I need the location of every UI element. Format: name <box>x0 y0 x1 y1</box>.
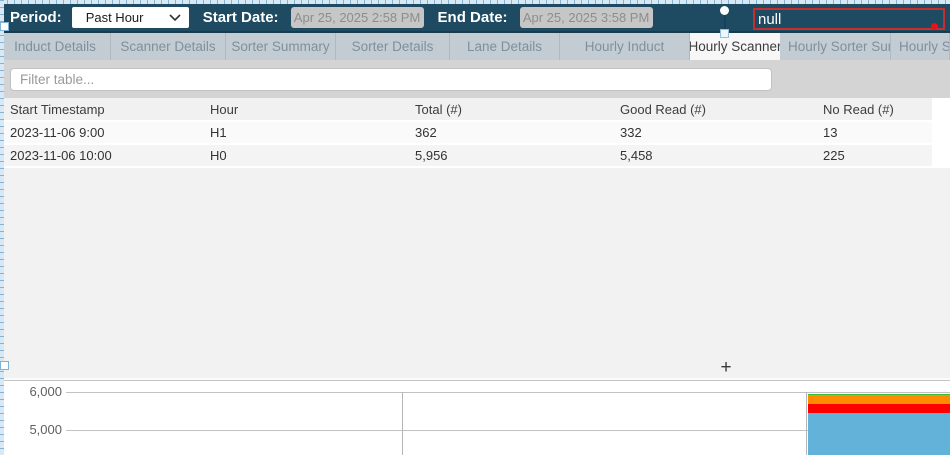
good-read-bar-segment <box>808 413 950 455</box>
period-label: Period: <box>10 9 62 26</box>
table-header-row: Start Timestamp Hour Total (#) Good Read… <box>0 98 950 122</box>
app-screen: Period: Past Hour Start Date: End Date: … <box>0 0 950 455</box>
start-date-input[interactable] <box>291 7 424 28</box>
cell-hour: H1 <box>210 125 415 140</box>
selection-handle-bottom[interactable] <box>720 29 729 38</box>
inspected-field-value: null <box>758 11 781 28</box>
filter-bar <box>0 60 950 98</box>
tab-hourly-sorter[interactable]: Hourly Sort <box>891 33 950 60</box>
dashboard: Period: Past Hour Start Date: End Date: … <box>0 0 950 455</box>
chart-gridline-vertical <box>806 392 807 455</box>
tab-sorter-details[interactable]: Sorter Details <box>336 33 450 60</box>
record-dot-icon <box>931 23 938 30</box>
tab-bar: Induct Details Scanner Details Sorter Su… <box>0 33 950 60</box>
column-header-hour[interactable]: Hour <box>210 102 415 117</box>
y-axis-tick-label: 5,000 <box>12 422 62 437</box>
no-read-bar-segment <box>808 404 950 413</box>
end-date-label: End Date: <box>438 9 508 26</box>
tab-sorter-summary[interactable]: Sorter Summary <box>226 33 336 60</box>
tab-induct-details[interactable]: Induct Details <box>0 33 111 60</box>
column-header-good-read[interactable]: Good Read (#) <box>620 102 823 117</box>
column-header-no-read[interactable]: No Read (#) <box>823 102 950 117</box>
tab-scanner-details[interactable]: Scanner Details <box>111 33 226 60</box>
start-date-label: Start Date: <box>203 9 279 26</box>
inspected-field[interactable]: null <box>753 8 945 30</box>
cell-good-read: 332 <box>620 125 823 140</box>
cell-total: 5,956 <box>415 148 620 163</box>
table-empty-area <box>0 168 950 378</box>
cell-start-timestamp: 2023-11-06 10:00 <box>10 148 210 163</box>
table-row[interactable]: 2023-11-06 9:00 H1 362 332 13 <box>0 122 950 145</box>
chart-gridline-vertical <box>402 392 403 455</box>
column-header-start-timestamp[interactable]: Start Timestamp <box>10 102 210 117</box>
cell-start-timestamp: 2023-11-06 9:00 <box>10 125 210 140</box>
ruler-horizontal <box>0 0 950 4</box>
tab-hourly-scanner[interactable]: Hourly Scanner <box>690 33 780 60</box>
ruler-guide-handle[interactable] <box>0 361 9 370</box>
ruler-guide-handle[interactable] <box>0 22 9 31</box>
end-date-input[interactable] <box>520 7 653 28</box>
tab-lane-details[interactable]: Lane Details <box>450 33 560 60</box>
cell-good-read: 5,458 <box>620 148 823 163</box>
table-scrollbar-track[interactable] <box>932 98 950 168</box>
column-header-total[interactable]: Total (#) <box>415 102 620 117</box>
tab-hourly-sorter-summary[interactable]: Hourly Sorter Summar <box>780 33 891 60</box>
period-select[interactable]: Past Hour <box>72 7 189 28</box>
crosshair-cursor-icon: + <box>716 358 736 378</box>
cell-hour: H0 <box>210 148 415 163</box>
ruler-vertical <box>0 0 4 455</box>
orange-segment-bar-segment <box>808 395 950 404</box>
selection-handle-top[interactable] <box>720 6 729 15</box>
table-row[interactable]: 2023-11-06 10:00 H0 5,956 5,458 225 <box>0 145 950 168</box>
cell-total: 362 <box>415 125 620 140</box>
cell-no-read: 13 <box>823 125 950 140</box>
hourly-scanner-chart: 6,000 5,000 <box>0 381 950 455</box>
y-axis-tick-label: 6,000 <box>12 384 62 399</box>
tab-hourly-induct[interactable]: Hourly Induct <box>560 33 690 60</box>
cell-no-read: 225 <box>823 148 950 163</box>
filter-table-input[interactable] <box>10 68 772 91</box>
period-select-value: Past Hour <box>72 10 144 25</box>
